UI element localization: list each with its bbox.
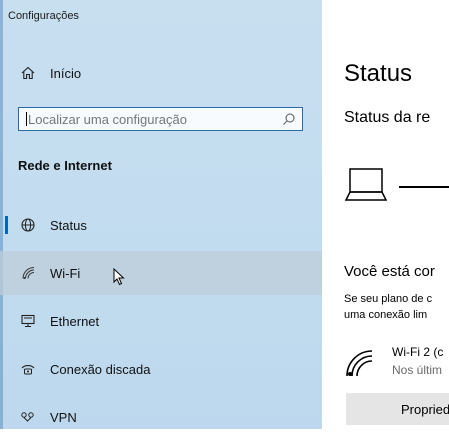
sidebar-item-status[interactable]: Status — [0, 203, 322, 247]
sidebar-item-label: Status — [50, 217, 87, 233]
wifi-signal-icon — [346, 350, 373, 377]
sidebar: Configurações Início Localizar uma confi… — [0, 0, 322, 429]
connected-desc-line: uma conexão lim — [344, 309, 428, 321]
connected-desc-line: Se seu plano de c — [344, 293, 433, 305]
network-status: Nos últim — [392, 363, 443, 377]
page-title: Status — [344, 60, 413, 87]
search-input[interactable]: Localizar uma configuração — [18, 107, 303, 131]
window-title: Configurações — [8, 10, 79, 22]
status-subtitle: Status da re — [344, 109, 431, 126]
vpn-icon — [19, 408, 37, 426]
search-icon[interactable] — [282, 112, 296, 126]
sidebar-item-dialup[interactable]: Conexão discada — [0, 347, 322, 391]
active-indicator — [5, 216, 8, 234]
sidebar-item-vpn[interactable]: VPN — [0, 395, 322, 439]
connection-line — [399, 186, 449, 188]
mouse-cursor-icon — [113, 268, 125, 286]
dialup-icon — [19, 360, 37, 378]
home-icon — [19, 64, 37, 82]
connected-description: Se seu plano de c uma conexão lim — [344, 291, 449, 323]
globe-icon — [19, 216, 37, 234]
connected-heading: Você está cor — [344, 263, 435, 280]
section-heading: Rede e Internet — [18, 158, 112, 173]
laptop-icon — [344, 168, 388, 201]
nav-home-label: Início — [50, 65, 82, 81]
sidebar-item-label: Conexão discada — [50, 361, 151, 377]
properties-button[interactable]: Propried — [346, 393, 449, 425]
sidebar-item-ethernet[interactable]: Ethernet — [0, 299, 322, 343]
network-name: Wi-Fi 2 (c — [392, 345, 444, 359]
search-placeholder: Localizar uma configuração — [28, 112, 187, 127]
wifi-icon — [19, 264, 37, 282]
sidebar-item-label: VPN — [50, 409, 77, 425]
nav-home[interactable]: Início — [0, 51, 322, 95]
sidebar-item-wifi[interactable]: Wi-Fi — [0, 251, 322, 295]
main-content: Status Status da re Você está cor Se seu… — [322, 0, 449, 429]
ethernet-icon — [19, 312, 37, 330]
sidebar-item-label: Wi-Fi — [50, 265, 81, 281]
text-caret — [26, 112, 27, 126]
sidebar-item-label: Ethernet — [50, 313, 100, 329]
